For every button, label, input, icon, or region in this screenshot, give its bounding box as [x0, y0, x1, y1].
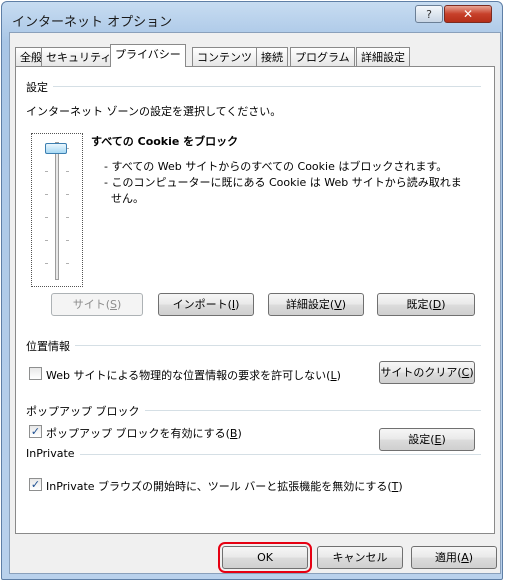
- popup-blocker-checkbox[interactable]: ✓: [29, 425, 42, 438]
- privacy-level-desc-line1: - すべての Web サイトからのすべての Cookie はブロックされます。: [104, 160, 448, 173]
- block-location-checkbox[interactable]: [29, 367, 42, 380]
- inprivate-disable-toolbars-checkbox[interactable]: ✓: [29, 478, 42, 491]
- inprivate-heading: InPrivate: [26, 447, 80, 460]
- popup-blocker-label: ポップアップ ブロックを有効にする(B): [46, 427, 242, 440]
- apply-button[interactable]: 適用(A): [411, 546, 497, 569]
- privacy-level-slider[interactable]: [31, 133, 83, 287]
- settings-divider: [26, 86, 481, 87]
- help-icon[interactable]: ?: [415, 5, 443, 23]
- clear-sites-button[interactable]: サイトのクリア(C): [379, 361, 475, 384]
- tab-security[interactable]: セキュリティ: [41, 47, 117, 66]
- privacy-level-title: すべての Cookie をブロック: [91, 135, 239, 148]
- popup-heading: ポップアップ ブロック: [26, 403, 145, 419]
- settings-heading: 設定: [26, 79, 53, 95]
- tab-privacy[interactable]: プライバシー: [110, 44, 186, 67]
- location-heading: 位置情報: [26, 338, 75, 354]
- default-button[interactable]: 既定(D): [377, 293, 475, 316]
- popup-settings-button[interactable]: 設定(E): [379, 428, 475, 451]
- privacy-panel: 設定 インターネット ゾーンの設定を選択してください。 すべての Cookie …: [15, 66, 495, 534]
- inprivate-disable-toolbars-label: InPrivate ブラウズの開始時に、ツール バーと拡張機能を無効にする(T): [46, 480, 403, 493]
- privacy-level-desc-line2: - このコンピューターに既にある Cookie は Web サイトから読み取れま: [104, 176, 462, 189]
- cancel-button[interactable]: キャンセル: [317, 546, 403, 569]
- slider-track: [55, 142, 59, 280]
- slider-tick: [45, 217, 48, 218]
- advanced-button[interactable]: 詳細設定(V): [268, 293, 364, 316]
- tab-content[interactable]: コンテンツ: [192, 47, 257, 66]
- slider-tick: [45, 194, 48, 195]
- slider-tick: [66, 217, 69, 218]
- slider-thumb[interactable]: [45, 143, 67, 154]
- slider-tick: [66, 240, 69, 241]
- close-icon[interactable]: ✕: [444, 5, 492, 23]
- zone-prompt: インターネット ゾーンの設定を選択してください。: [26, 105, 282, 118]
- slider-tick: [66, 263, 69, 264]
- tab-programs[interactable]: プログラム: [290, 47, 355, 66]
- location-divider: [26, 345, 481, 346]
- privacy-level-desc-line3: せん。: [111, 192, 144, 205]
- inprivate-divider: [26, 454, 481, 455]
- slider-tick: [66, 194, 69, 195]
- tab-advanced[interactable]: 詳細設定: [356, 47, 410, 66]
- ok-button[interactable]: OK: [218, 542, 312, 573]
- dialog-client-area: 全般 セキュリティ プライバシー コンテンツ 接続 プログラム 詳細設定 設定 …: [9, 32, 501, 574]
- import-button[interactable]: インポート(I): [158, 293, 254, 316]
- window-title: インターネット オプション: [12, 15, 173, 30]
- sites-button[interactable]: サイト(S): [51, 293, 143, 316]
- slider-tick: [45, 171, 48, 172]
- slider-tick: [66, 171, 69, 172]
- internet-options-dialog: インターネット オプション ? ✕ 全般 セキュリティ プライバシー コンテンツ…: [1, 1, 503, 580]
- slider-tick: [45, 240, 48, 241]
- tab-connections[interactable]: 接続: [256, 47, 288, 66]
- block-location-label: Web サイトによる物理的な位置情報の要求を許可しない(L): [46, 369, 341, 382]
- slider-tick: [45, 263, 48, 264]
